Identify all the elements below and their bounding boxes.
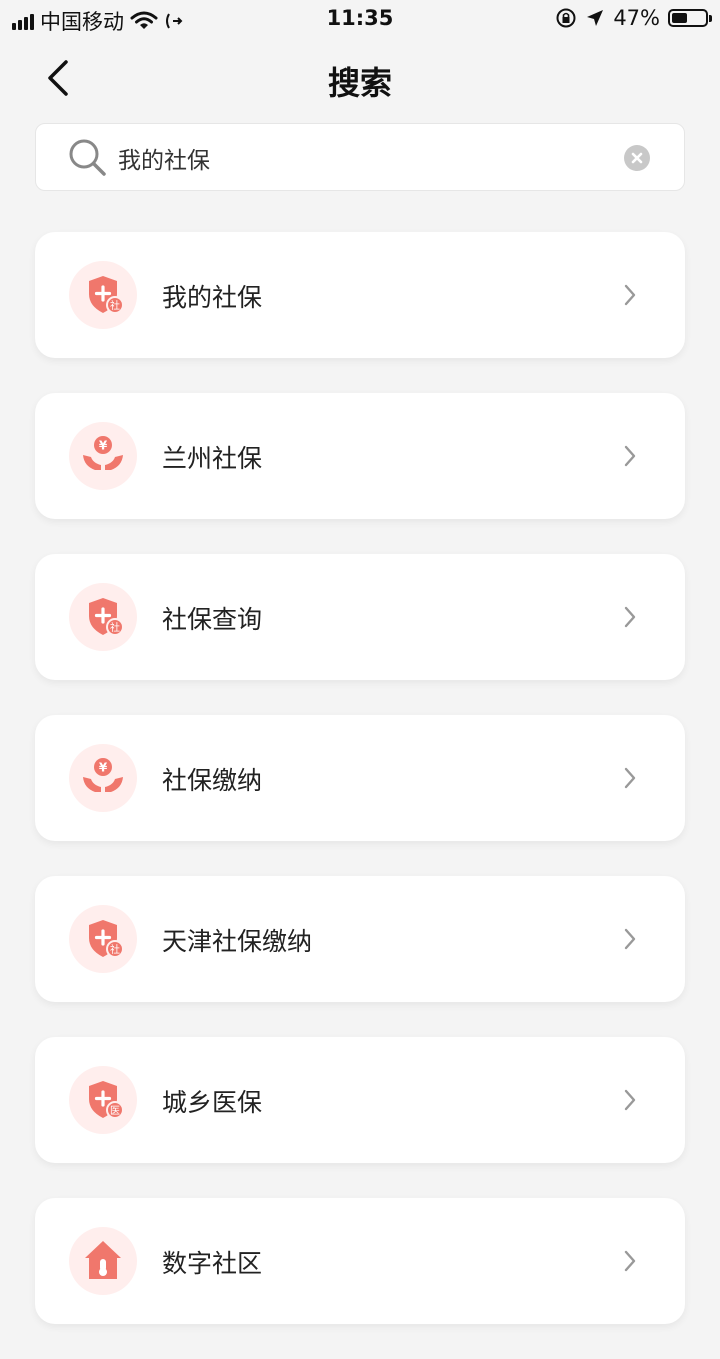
- hands-yuan-icon: ¥: [69, 422, 137, 490]
- chevron-right-icon: [623, 927, 637, 951]
- location-arrow-icon: [587, 10, 604, 26]
- status-right: 47%: [555, 6, 712, 30]
- svg-text:社: 社: [110, 943, 120, 956]
- svg-text:社: 社: [110, 299, 120, 312]
- chevron-right-icon: [623, 1249, 637, 1273]
- result-item[interactable]: 医 城乡医保: [35, 1037, 685, 1163]
- social-security-shield-icon: 社: [69, 583, 137, 651]
- nav-bar: 搜索: [0, 50, 720, 112]
- battery-fill: [672, 13, 688, 23]
- battery-icon: [668, 9, 712, 27]
- chevron-right-icon: [623, 444, 637, 468]
- search-input[interactable]: [116, 134, 600, 182]
- svg-text:社: 社: [110, 621, 120, 634]
- result-item[interactable]: ¥ 社保缴纳: [35, 715, 685, 841]
- svg-text:¥: ¥: [99, 439, 108, 453]
- result-item-label: 数字社区: [162, 1249, 263, 1278]
- orientation-lock-icon: [556, 8, 576, 28]
- result-item-label: 兰州社保: [162, 444, 263, 473]
- result-item-label: 城乡医保: [162, 1088, 263, 1117]
- chevron-right-icon: [623, 283, 637, 307]
- battery-percent: 47%: [613, 6, 660, 30]
- search-box[interactable]: [35, 123, 685, 191]
- svg-text:医: 医: [110, 1105, 120, 1117]
- status-bar: 中国移动 11:35 47%: [0, 0, 720, 40]
- page-title: 搜索: [327, 64, 392, 102]
- result-list: 社我的社保 ¥ 兰州社保社社保查询 ¥ 社保缴纳社天津社保缴纳医城乡医保 数字社区: [35, 232, 685, 1359]
- social-security-shield-icon: 社: [69, 261, 137, 329]
- result-item[interactable]: 社 社保查询: [35, 554, 685, 680]
- result-item[interactable]: 数字社区: [35, 1198, 685, 1324]
- result-item-label: 我的社保: [162, 283, 263, 312]
- community-house-icon: [69, 1227, 137, 1295]
- chevron-right-icon: [623, 1088, 637, 1112]
- chevron-right-icon: [623, 766, 637, 790]
- svg-text:¥: ¥: [99, 761, 108, 775]
- social-security-shield-icon: 社: [69, 905, 137, 973]
- medical-insurance-shield-icon: 医: [69, 1066, 137, 1134]
- result-item[interactable]: 社 天津社保缴纳: [35, 876, 685, 1002]
- clear-search-icon[interactable]: [624, 145, 650, 171]
- result-item-label: 社保缴纳: [162, 766, 263, 795]
- hands-yuan-icon: ¥: [69, 744, 137, 812]
- search-icon: [69, 139, 106, 176]
- chevron-right-icon: [623, 605, 637, 629]
- result-item[interactable]: 社 我的社保: [35, 232, 685, 358]
- result-item-label: 社保查询: [162, 605, 263, 634]
- result-item-label: 天津社保缴纳: [162, 927, 313, 956]
- result-item[interactable]: ¥ 兰州社保: [35, 393, 685, 519]
